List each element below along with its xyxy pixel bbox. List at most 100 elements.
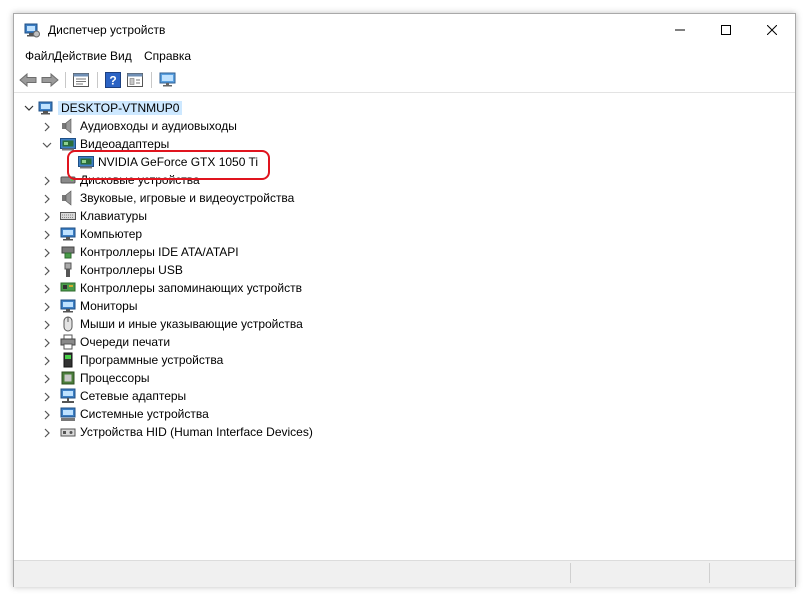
help-button[interactable]: ? xyxy=(103,71,123,89)
tree-category-label: Процессоры xyxy=(80,371,150,385)
speaker-icon xyxy=(60,190,76,206)
menu-action[interactable]: Действие xyxy=(54,49,107,63)
menu-file[interactable]: Файл xyxy=(25,49,55,63)
toolbar: ? xyxy=(14,68,795,93)
tree-category-label: Компьютер xyxy=(80,227,143,241)
tree-category[interactable]: Компьютер xyxy=(42,225,142,243)
chevron-right-icon[interactable] xyxy=(42,193,52,204)
storage-controller-icon xyxy=(60,280,76,296)
maximize-button[interactable] xyxy=(703,14,749,46)
tree-category[interactable]: Аудиовходы и аудиовыходы xyxy=(42,117,237,135)
toolbar-separator xyxy=(151,72,152,88)
tree-category[interactable]: Системные устройства xyxy=(42,405,209,423)
tree-category-label: Аудиовходы и аудиовыходы xyxy=(80,119,237,133)
tree-category[interactable]: Контроллеры IDE ATA/ATAPI xyxy=(42,243,239,261)
chevron-right-icon[interactable] xyxy=(42,175,52,186)
keyboard-icon xyxy=(60,208,76,224)
tree-category-label: Звуковые, игровые и видеоустройства xyxy=(80,191,295,205)
tree-category[interactable]: Программные устройства xyxy=(42,351,223,369)
chevron-down-icon[interactable] xyxy=(24,103,34,113)
hid-icon xyxy=(60,424,76,440)
software-device-icon xyxy=(60,352,76,368)
chevron-right-icon[interactable] xyxy=(42,409,52,420)
tree-category[interactable]: Устройства HID (Human Interface Devices) xyxy=(42,423,313,441)
tree-category-label: Программные устройства xyxy=(80,353,224,367)
tree-category-label: Устройства HID (Human Interface Devices) xyxy=(80,425,313,439)
chevron-right-icon[interactable] xyxy=(42,373,52,384)
maximize-icon xyxy=(721,25,731,35)
chevron-right-icon[interactable] xyxy=(42,319,52,330)
chevron-right-icon[interactable] xyxy=(42,247,52,258)
menu-help[interactable]: Справка xyxy=(144,49,191,63)
chevron-right-icon[interactable] xyxy=(42,265,52,276)
tree-root[interactable]: DESKTOP-VTNMUP0 xyxy=(24,99,183,117)
scan-hardware-button[interactable] xyxy=(158,71,178,89)
status-divider xyxy=(570,563,571,583)
properties-icon xyxy=(73,73,89,87)
monitor-icon xyxy=(60,298,76,314)
tree-category[interactable]: Очереди печати xyxy=(42,333,170,351)
driver-details-button[interactable] xyxy=(125,71,145,89)
title-bar[interactable]: Диспетчер устройств xyxy=(14,14,795,46)
chevron-right-icon[interactable] xyxy=(42,283,52,294)
mouse-icon xyxy=(60,316,76,332)
chevron-right-icon[interactable] xyxy=(42,229,52,240)
menu-view[interactable]: Вид xyxy=(110,49,132,63)
chevron-right-icon[interactable] xyxy=(42,427,52,438)
status-divider xyxy=(709,563,710,583)
forward-button[interactable] xyxy=(40,71,60,89)
tree-category-label: Клавиатуры xyxy=(80,209,147,223)
chevron-right-icon[interactable] xyxy=(42,391,52,402)
tree-category-label: Сетевые адаптеры xyxy=(80,389,187,403)
tree-category[interactable]: Контроллеры запоминающих устройств xyxy=(42,279,302,297)
menu-bar: Файл Действие Вид Справка xyxy=(14,46,795,66)
tree-category[interactable]: Мониторы xyxy=(42,297,137,315)
toolbar-separator xyxy=(65,72,66,88)
arrow-left-icon xyxy=(19,73,37,87)
window-title: Диспетчер устройств xyxy=(48,23,166,37)
printer-icon xyxy=(60,334,76,350)
chevron-down-icon[interactable] xyxy=(42,139,52,149)
back-button[interactable] xyxy=(18,71,38,89)
tree-category-label: Мыши и иные указывающие устройства xyxy=(80,317,303,331)
device-manager-app-icon xyxy=(24,22,40,38)
arrow-right-icon xyxy=(41,73,59,87)
chevron-right-icon[interactable] xyxy=(42,337,52,348)
tree-category[interactable]: Клавиатуры xyxy=(42,207,147,225)
help-icon: ? xyxy=(105,72,121,88)
device-manager-window: Диспетчер устройств Файл Действие Вид Сп… xyxy=(13,13,796,587)
tree-category-label: Очереди печати xyxy=(80,335,171,349)
chevron-right-icon[interactable] xyxy=(42,211,52,222)
computer-icon xyxy=(38,100,54,116)
ide-controller-icon xyxy=(60,244,76,260)
computer-icon xyxy=(60,226,76,242)
chevron-right-icon[interactable] xyxy=(42,355,52,366)
usb-icon xyxy=(60,262,76,278)
tree-root-label: DESKTOP-VTNMUP0 xyxy=(58,101,183,115)
window-list-icon xyxy=(127,73,143,87)
minimize-button[interactable] xyxy=(657,14,703,46)
chevron-right-icon[interactable] xyxy=(42,121,52,132)
monitor-scan-icon xyxy=(159,72,176,87)
properties-button[interactable] xyxy=(71,71,91,89)
tree-category[interactable]: Мыши и иные указывающие устройства xyxy=(42,315,303,333)
tree-category[interactable]: Контроллеры USB xyxy=(42,261,183,279)
chevron-right-icon[interactable] xyxy=(42,301,52,312)
tree-category-label: Видеоадаптеры xyxy=(80,137,170,151)
tree-category[interactable]: Сетевые адаптеры xyxy=(42,387,186,405)
status-bar xyxy=(14,560,795,587)
highlight-annotation xyxy=(67,150,270,180)
close-button[interactable] xyxy=(749,14,795,46)
system-device-icon xyxy=(60,406,76,422)
tree-category[interactable]: Звуковые, игровые и видеоустройства xyxy=(42,189,294,207)
tree-category-label: Контроллеры USB xyxy=(80,263,183,277)
svg-text:?: ? xyxy=(109,74,116,88)
toolbar-separator xyxy=(97,72,98,88)
tree-category-label: Контроллеры запоминающих устройств xyxy=(80,281,302,295)
tree-category-label: Контроллеры IDE ATA/ATAPI xyxy=(80,245,239,259)
processor-icon xyxy=(60,370,76,386)
close-icon xyxy=(767,25,777,35)
tree-category[interactable]: Процессоры xyxy=(42,369,150,387)
tree-category-label: Мониторы xyxy=(80,299,138,313)
speaker-icon xyxy=(60,118,76,134)
